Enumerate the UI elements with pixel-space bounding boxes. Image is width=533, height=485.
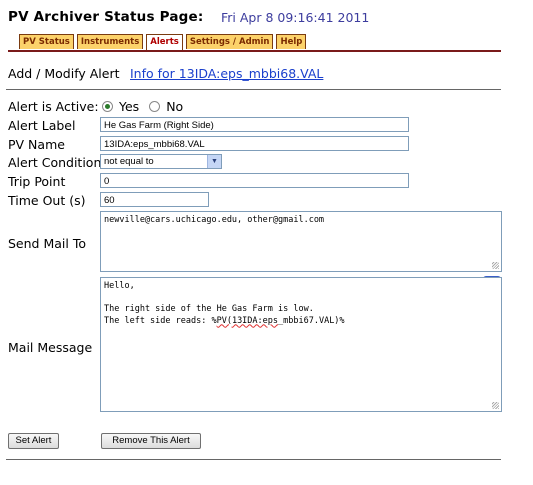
tab-pv-status[interactable]: PV Status	[19, 34, 74, 49]
active-no-label: No	[166, 99, 184, 114]
mail-line-4-var: PV(13IDA:eps	[216, 315, 279, 326]
pv-info-link[interactable]: Info for 13IDA:eps_mbbi68.VAL	[130, 66, 323, 81]
tab-alerts[interactable]: Alerts	[146, 34, 183, 50]
resize-grip-icon[interactable]	[492, 402, 499, 409]
alert-condition-value: not equal to	[104, 156, 154, 167]
divider-top	[6, 89, 501, 90]
chevron-down-icon[interactable]: ▼	[207, 155, 221, 168]
tab-settings-admin[interactable]: Settings / Admin	[185, 34, 274, 49]
send-mail-label: Send Mail To	[8, 236, 86, 251]
alert-condition-label: Alert Condition	[8, 155, 102, 170]
pv-name-input[interactable]: 13IDA:eps_mbbi68.VAL	[100, 136, 409, 151]
trip-point-input[interactable]: 0	[100, 173, 409, 188]
mail-line-4-prefix: The left side reads: %	[104, 315, 217, 326]
alert-active-radio-group: Yes No	[102, 99, 193, 114]
trip-point-label: Trip Point	[8, 174, 66, 189]
mail-line-3: The right side of the He Gas Farm is low…	[104, 304, 314, 314]
mail-line-2	[104, 293, 498, 305]
set-alert-button[interactable]: Set Alert	[8, 433, 59, 449]
remove-alert-button[interactable]: Remove This Alert	[101, 433, 201, 449]
alert-label-input[interactable]: He Gas Farm (Right Side)	[100, 117, 409, 132]
active-yes-radio[interactable]	[102, 101, 113, 112]
mail-message-label: Mail Message	[8, 340, 93, 355]
mail-line-4: The left side reads: %PV(13IDA:eps_mbbi6…	[104, 316, 498, 328]
tab-instruments[interactable]: Instruments	[76, 34, 144, 49]
divider-bottom	[6, 459, 501, 460]
status-datetime: Fri Apr 8 09:16:41 2011	[221, 10, 370, 25]
alert-label-label: Alert Label	[8, 118, 76, 133]
page-title: PV Archiver Status Page:	[8, 9, 204, 25]
pv-name-label: PV Name	[8, 137, 65, 152]
resize-grip-icon[interactable]	[492, 262, 499, 269]
mail-line-1: Hello,	[104, 281, 135, 291]
alert-condition-select[interactable]: not equal to ▼	[100, 154, 222, 169]
alert-active-label: Alert is Active:	[8, 99, 99, 114]
tab-bar: PV Status Instruments Alerts Settings / …	[19, 34, 309, 50]
send-mail-value: newville@cars.uchicago.edu, other@gmail.…	[104, 215, 325, 225]
tab-help[interactable]: Help	[276, 34, 307, 49]
active-no-radio[interactable]	[149, 101, 161, 112]
send-mail-textarea[interactable]: newville@cars.uchicago.edu, other@gmail.…	[100, 211, 502, 272]
active-yes-label: Yes	[119, 99, 140, 114]
mail-line-4-suffix: _mbbi67.VAL)%	[278, 315, 345, 326]
section-heading: Add / Modify Alert	[8, 66, 120, 81]
timeout-input[interactable]: 60	[100, 192, 209, 207]
tab-underline	[8, 50, 501, 52]
mail-message-textarea[interactable]: Hello, The right side of the He Gas Farm…	[100, 277, 502, 412]
timeout-label: Time Out (s)	[8, 193, 86, 208]
